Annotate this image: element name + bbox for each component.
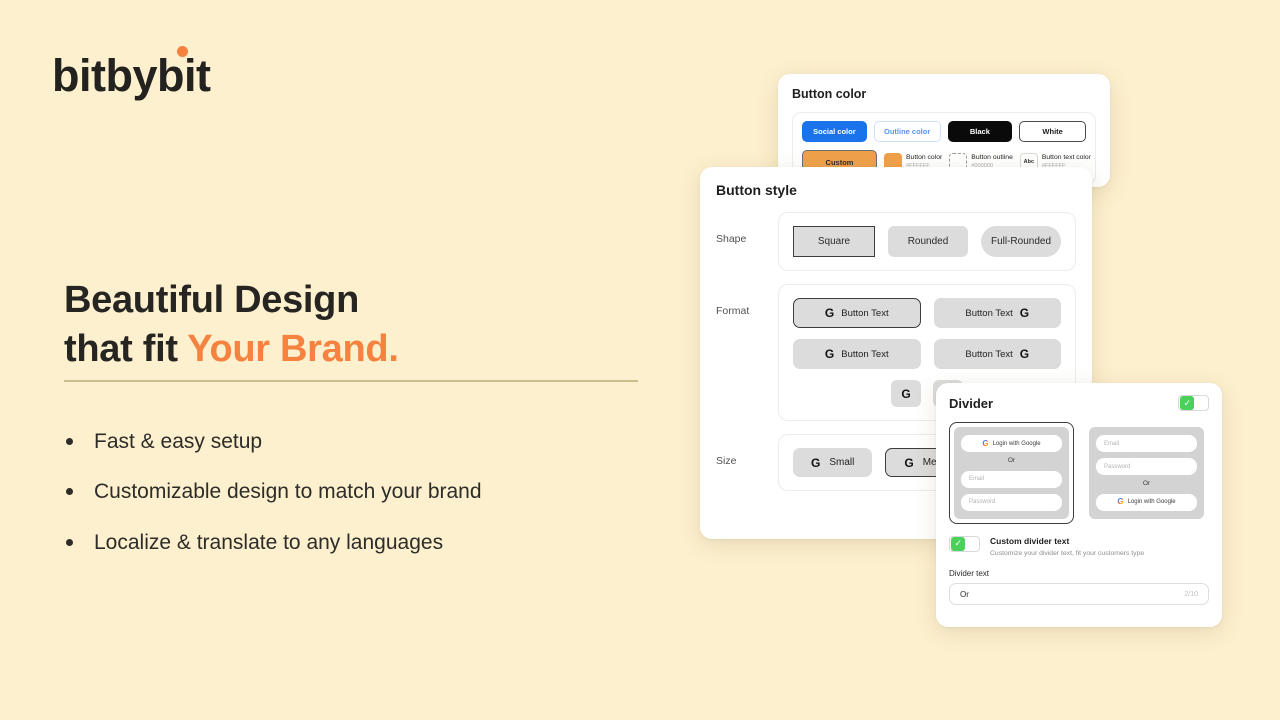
google-g-icon: G <box>1019 347 1030 361</box>
bullet-dot-icon <box>66 488 73 496</box>
headline-divider <box>64 380 638 382</box>
shape-panel: Square Rounded Full-Rounded <box>778 212 1076 271</box>
list-item-label: Customizable design to match your brand <box>94 480 482 504</box>
divider-card: Divider ✓ G Login with Google Or Email P… <box>936 383 1222 627</box>
custom-divider-text: Custom divider text Customize your divid… <box>990 536 1144 559</box>
format-option-icon-only-1[interactable]: G <box>891 380 921 407</box>
slide-canvas: bitbybit Beautiful Design that fit Your … <box>0 0 1280 720</box>
google-g-icon: G <box>824 306 835 320</box>
google-g-icon: G <box>811 455 821 470</box>
divider-card-header: Divider ✓ <box>949 395 1209 411</box>
logo-segment-by: by <box>105 50 157 101</box>
size-option-label: Small <box>829 457 855 468</box>
swatch-label: Button outline <box>971 154 1013 162</box>
button-color-preset-row: Social color Outline color Black White <box>802 121 1086 142</box>
format-option-icon-left-2[interactable]: G Button Text <box>793 339 921 369</box>
divider-preview-options: G Login with Google Or Email Password Em… <box>949 422 1209 524</box>
custom-divider-row: ✓ Custom divider text Customize your div… <box>949 535 1209 559</box>
list-item: Customizable design to match your brand <box>66 478 666 505</box>
divider-preview-1: G Login with Google Or Email Password <box>954 427 1069 519</box>
preview-google-label: Login with Google <box>992 440 1041 447</box>
shape-option-full-rounded[interactable]: Full-Rounded <box>981 226 1061 257</box>
preview-password-field: Password <box>1096 458 1197 475</box>
preview-google-label: Login with Google <box>1127 499 1176 505</box>
shape-option-square[interactable]: Square <box>793 226 875 257</box>
format-option-icon-right-2[interactable]: Button Text G <box>933 339 1061 369</box>
logo-dot-icon <box>177 46 188 57</box>
preset-social-color-button[interactable]: Social color <box>802 121 867 142</box>
logo-segment-bit: bit <box>52 50 106 101</box>
format-option-label: Button Text <box>965 307 1013 319</box>
preview-email-field: Email <box>961 470 1062 488</box>
check-icon: ✓ <box>1180 396 1195 410</box>
divider-text-value: Or <box>960 589 969 599</box>
swatch-label: Button color <box>906 154 943 162</box>
divider-preview-option-2[interactable]: Email Password Or G Login with Google <box>1084 422 1209 524</box>
headline-line-1: Beautiful Design <box>64 279 360 321</box>
preview-divider-text: Or <box>1007 457 1016 464</box>
preset-outline-color-button[interactable]: Outline color <box>873 121 941 142</box>
button-color-card-title: Button color <box>792 87 867 101</box>
shape-options: Square Rounded Full-Rounded <box>793 226 1061 257</box>
headline-line-2-plain: that fit <box>64 327 188 370</box>
divider-text-label: Divider text <box>949 569 990 579</box>
format-option-icon-right-1[interactable]: Button Text G <box>933 298 1061 328</box>
toggle-knob <box>1194 396 1207 410</box>
format-option-label: Button Text <box>841 307 889 319</box>
bullet-dot-icon <box>66 538 73 546</box>
custom-divider-title: Custom divider text <box>990 535 1070 546</box>
bullet-dot-icon <box>66 438 73 445</box>
swatch-label: Button text color <box>1041 154 1091 162</box>
feature-list: Fast & easy setup Customizable design to… <box>66 428 666 579</box>
preview-divider-text: Or <box>1142 480 1151 487</box>
logo-segment-bit2: bit <box>157 46 211 101</box>
google-g-icon: G <box>982 438 989 448</box>
preview-email-field: Email <box>1096 435 1197 452</box>
list-item: Localize & translate to any languages <box>66 529 666 556</box>
brand-logo: bitbybit <box>52 32 211 101</box>
preview-google-button: G Login with Google <box>961 435 1062 452</box>
logo-segment-bit2-text: bit <box>157 50 211 101</box>
brand-logo-text: bitbybit <box>52 46 211 101</box>
format-option-label: Button Text <box>965 348 1013 360</box>
format-option-label: Button Text <box>841 348 889 360</box>
shape-section: Shape Square Rounded Full-Rounded <box>716 212 1076 271</box>
size-label: Size <box>716 455 737 467</box>
custom-divider-toggle[interactable]: ✓ <box>949 535 980 552</box>
shape-label: Shape <box>716 233 747 245</box>
size-option-small[interactable]: G Small <box>793 448 873 477</box>
format-option-icon-left-1[interactable]: G Button Text <box>793 298 921 328</box>
google-g-icon: G <box>824 347 835 361</box>
headline-line-2-accent: Your Brand. <box>187 327 399 370</box>
google-g-icon: G <box>1019 306 1030 320</box>
list-item: Fast & easy setup <box>66 428 666 455</box>
divider-preview-option-1[interactable]: G Login with Google Or Email Password <box>949 422 1074 524</box>
toggle-knob <box>965 536 978 551</box>
divider-card-title: Divider <box>949 395 994 411</box>
list-item-label: Localize & translate to any languages <box>94 530 444 554</box>
check-icon: ✓ <box>951 536 966 551</box>
divider-text-counter: 2/10 <box>1184 590 1198 598</box>
google-g-icon: G <box>904 455 914 470</box>
divider-enable-toggle[interactable]: ✓ <box>1178 395 1209 411</box>
divider-text-input[interactable]: Or 2/10 <box>949 583 1209 606</box>
google-g-icon: G <box>1117 497 1124 506</box>
list-item-label: Fast & easy setup <box>94 430 263 453</box>
button-style-card-title: Button style <box>716 182 797 198</box>
shape-option-rounded[interactable]: Rounded <box>888 226 968 257</box>
divider-preview-2: Email Password Or G Login with Google <box>1089 427 1204 519</box>
custom-divider-subtitle: Customize your divider text, fit your cu… <box>990 549 1145 557</box>
format-options: G Button Text Button Text G G Button Tex… <box>793 298 1061 369</box>
preview-google-button: G Login with Google <box>1096 493 1197 511</box>
google-g-icon: G <box>901 386 911 401</box>
page-title: Beautiful Design that fit Your Brand. <box>64 276 399 373</box>
format-label: Format <box>716 305 750 317</box>
preset-white-button[interactable]: White <box>1019 121 1086 142</box>
preset-black-button[interactable]: Black <box>947 121 1013 142</box>
preview-password-field: Password <box>961 493 1062 511</box>
